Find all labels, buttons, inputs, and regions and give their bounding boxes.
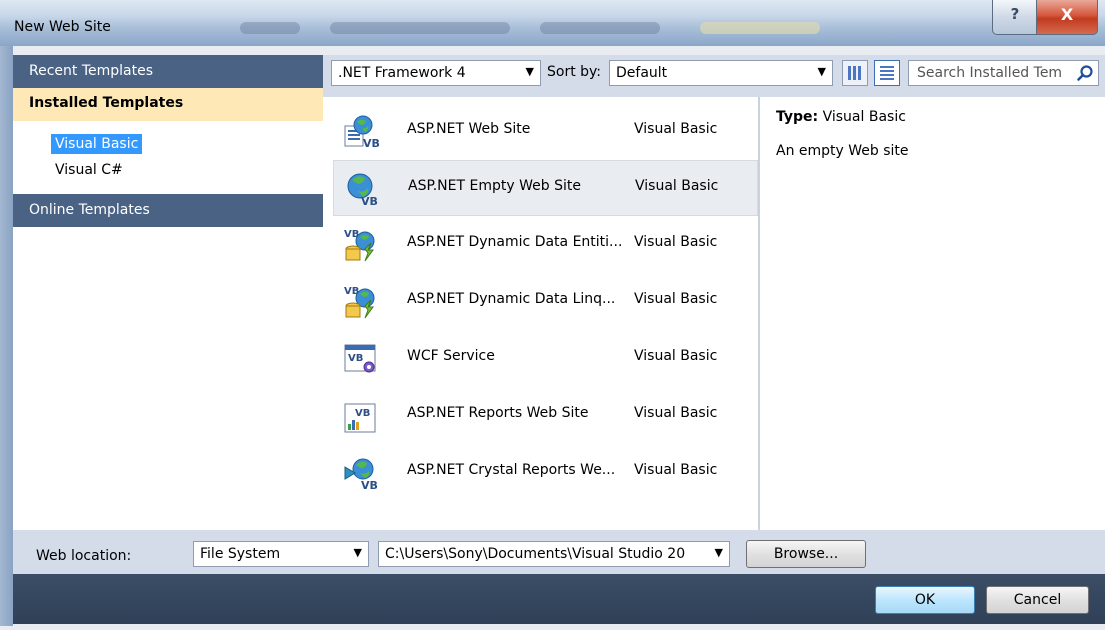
crystal-reports-icon: VB bbox=[344, 458, 378, 491]
title-bar[interactable]: New Web Site ? X bbox=[0, 0, 1105, 46]
template-language: Visual Basic bbox=[634, 234, 718, 250]
online-templates-header[interactable]: Online Templates bbox=[13, 194, 323, 227]
chevron-down-icon: ▼ bbox=[525, 65, 534, 78]
window-title: New Web Site bbox=[14, 19, 111, 35]
template-item-asp-net-web-site[interactable]: VB ASP.NET Web Site Visual Basic bbox=[333, 104, 758, 160]
sort-value: Default bbox=[616, 65, 668, 81]
framework-dropdown[interactable]: .NET Framework 4 ▼ bbox=[331, 60, 541, 86]
dynamic-data-icon: VB bbox=[344, 286, 375, 319]
ok-button[interactable]: OK bbox=[875, 586, 975, 614]
chevron-down-icon: ▼ bbox=[353, 546, 362, 559]
installed-templates-header[interactable]: Installed Templates bbox=[13, 88, 323, 121]
template-language: Visual Basic bbox=[634, 291, 718, 307]
blurred-taskbar-item bbox=[330, 22, 510, 34]
template-name: ASP.NET Dynamic Data Linq... bbox=[407, 291, 616, 307]
template-name: ASP.NET Web Site bbox=[407, 121, 531, 137]
language-visual-basic[interactable]: Visual Basic bbox=[51, 134, 143, 154]
location-type-value: File System bbox=[200, 546, 281, 562]
blurred-taskbar-item bbox=[240, 22, 300, 34]
template-type: Type: Visual Basic bbox=[776, 109, 906, 125]
sort-by-label: Sort by: bbox=[547, 64, 602, 80]
template-language: Visual Basic bbox=[634, 348, 718, 364]
svg-text:VB: VB bbox=[348, 353, 363, 364]
recent-templates-header[interactable]: Recent Templates bbox=[13, 55, 323, 88]
small-icons-view-button[interactable] bbox=[842, 60, 868, 86]
recent-templates-label: Recent Templates bbox=[29, 63, 154, 79]
type-label: Type: bbox=[776, 109, 819, 125]
empty-web-site-icon: VB bbox=[347, 173, 378, 207]
web-location-label: Web location: bbox=[36, 548, 132, 564]
help-icon: ? bbox=[1010, 5, 1020, 23]
online-templates-label: Online Templates bbox=[29, 202, 150, 218]
template-category-panel: Recent Templates Installed Templates Vis… bbox=[13, 55, 323, 530]
blurred-taskbar-item bbox=[700, 22, 820, 34]
list-view-icon bbox=[880, 66, 894, 80]
close-icon: X bbox=[1060, 5, 1074, 24]
window-frame bbox=[0, 46, 13, 626]
close-button[interactable]: X bbox=[1036, 0, 1098, 35]
template-language: Visual Basic bbox=[635, 178, 719, 194]
reports-icon: VB bbox=[344, 403, 376, 433]
template-item-asp-net-dynamic-data-linq[interactable]: VB ASP.NET Dynamic Data Linq... Visual B… bbox=[333, 274, 758, 330]
browse-button[interactable]: Browse... bbox=[746, 540, 866, 568]
template-name: ASP.NET Reports Web Site bbox=[407, 405, 589, 421]
language-visual-csharp[interactable]: Visual C# bbox=[51, 160, 127, 180]
template-name: WCF Service bbox=[407, 348, 495, 364]
chevron-down-icon: ▼ bbox=[817, 65, 826, 78]
template-details-panel: Type: Visual Basic An empty Web site bbox=[760, 97, 1105, 530]
list-view-button[interactable] bbox=[874, 60, 900, 86]
new-web-site-dialog: New Web Site ? X Recent Templates Instal… bbox=[0, 0, 1105, 630]
help-button[interactable]: ? bbox=[992, 0, 1038, 35]
location-path-combo[interactable]: C:\Users\Sony\Documents\Visual Studio 20… bbox=[378, 541, 730, 567]
template-list: VB ASP.NET Web Site Visual Basic VB ASP.… bbox=[323, 97, 758, 530]
cancel-button[interactable]: Cancel bbox=[986, 586, 1089, 614]
template-language: Visual Basic bbox=[634, 121, 718, 137]
template-language: Visual Basic bbox=[634, 405, 718, 421]
wcf-service-icon: VB bbox=[344, 344, 376, 373]
framework-value: .NET Framework 4 bbox=[338, 65, 466, 81]
template-item-asp-net-reports-web-site[interactable]: VB ASP.NET Reports Web Site Visual Basic bbox=[333, 388, 758, 444]
blurred-taskbar-item bbox=[540, 22, 660, 34]
template-item-asp-net-crystal-reports[interactable]: VB ASP.NET Crystal Reports We... Visual … bbox=[333, 445, 758, 501]
template-description: An empty Web site bbox=[776, 143, 909, 159]
template-item-asp-net-dynamic-data-entities[interactable]: VB ASP.NET Dynamic Data Entiti... Visual… bbox=[333, 217, 758, 273]
template-item-asp-net-empty-web-site[interactable]: VB ASP.NET Empty Web Site Visual Basic bbox=[333, 160, 758, 216]
search-placeholder: Search Installed Tem bbox=[917, 65, 1063, 81]
web-site-icon: VB bbox=[344, 115, 379, 150]
sort-dropdown[interactable]: Default ▼ bbox=[609, 60, 833, 86]
svg-text:VB: VB bbox=[355, 408, 370, 419]
template-name: ASP.NET Dynamic Data Entiti... bbox=[407, 234, 623, 250]
template-name: ASP.NET Crystal Reports We... bbox=[407, 462, 616, 478]
svg-text:VB: VB bbox=[361, 479, 378, 491]
type-value: Visual Basic bbox=[822, 109, 906, 125]
svg-text:VB: VB bbox=[361, 195, 378, 207]
location-type-dropdown[interactable]: File System ▼ bbox=[193, 541, 369, 567]
svg-text:VB: VB bbox=[363, 137, 379, 150]
search-icon[interactable] bbox=[1076, 64, 1094, 82]
template-item-wcf-service[interactable]: VB WCF Service Visual Basic bbox=[333, 331, 758, 387]
search-templates-input[interactable]: Search Installed Tem bbox=[908, 60, 1099, 86]
small-icons-icon bbox=[848, 66, 862, 80]
chevron-down-icon: ▼ bbox=[714, 546, 723, 559]
location-path-value: C:\Users\Sony\Documents\Visual Studio 20 bbox=[385, 546, 686, 562]
installed-templates-label: Installed Templates bbox=[29, 95, 184, 111]
dynamic-data-icon: VB bbox=[344, 229, 375, 262]
template-name: ASP.NET Empty Web Site bbox=[408, 178, 581, 194]
template-language: Visual Basic bbox=[634, 462, 718, 478]
